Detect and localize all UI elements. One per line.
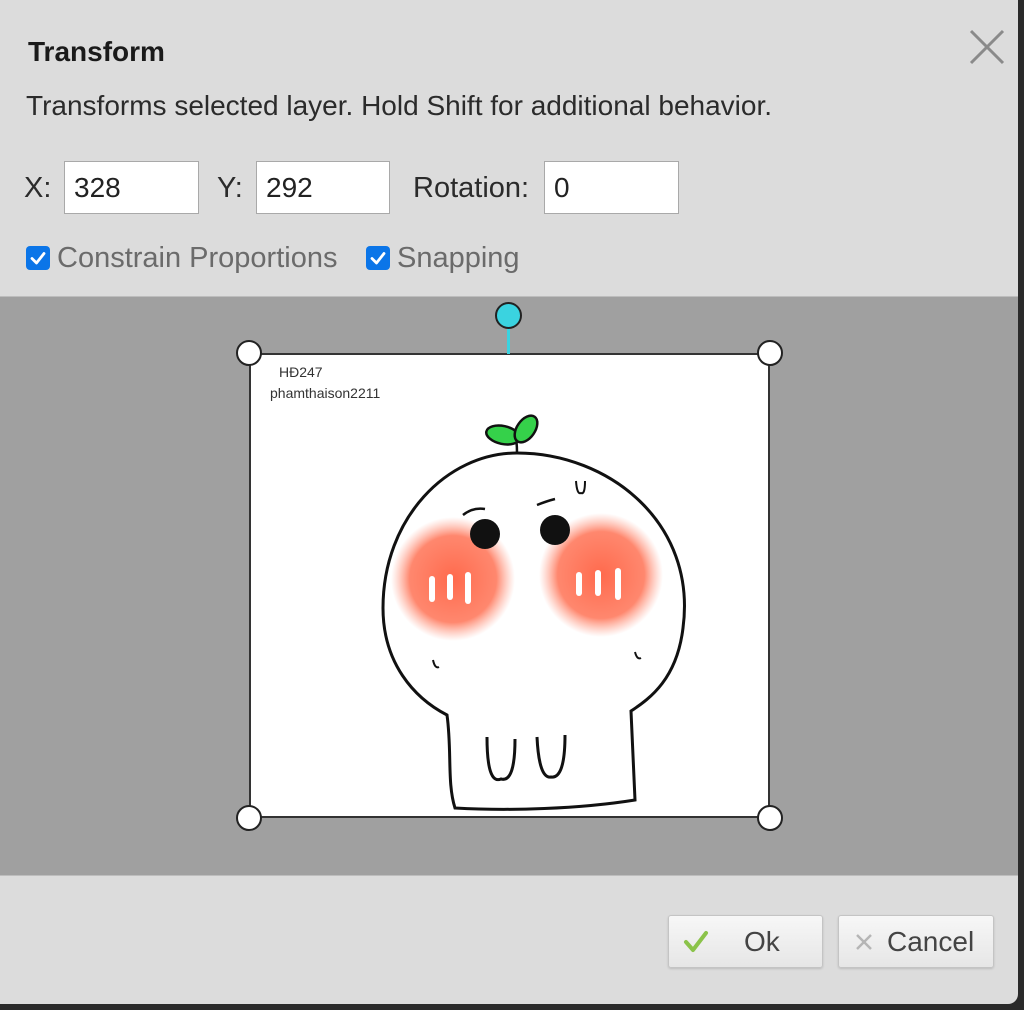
ok-button-label: Ok bbox=[744, 925, 780, 957]
snapping-label: Snapping bbox=[397, 242, 520, 274]
cancel-button-label: Cancel bbox=[887, 925, 975, 957]
constrain-proportions-label: Constrain Proportions bbox=[57, 242, 338, 274]
checkmark-icon bbox=[683, 929, 709, 955]
dialog-title: Transform bbox=[28, 36, 165, 67]
rotation-label: Rotation: bbox=[413, 172, 530, 204]
resize-handle-top-left[interactable] bbox=[236, 340, 262, 366]
transform-dialog: Transform Transforms selected layer. Hol… bbox=[0, 0, 1018, 1004]
cancel-button[interactable]: Cancel bbox=[838, 915, 994, 968]
x-input[interactable] bbox=[64, 161, 199, 214]
skull-mascot-illustration bbox=[381, 414, 686, 811]
close-button[interactable] bbox=[966, 26, 1008, 68]
resize-handle-bottom-right[interactable] bbox=[757, 805, 783, 831]
checkmark-icon bbox=[30, 252, 46, 265]
x-icon bbox=[854, 932, 874, 952]
dialog-description: Transforms selected layer. Hold Shift fo… bbox=[26, 90, 773, 121]
y-input[interactable] bbox=[256, 161, 390, 214]
snapping-checkbox[interactable] bbox=[366, 246, 390, 270]
rotation-handle[interactable] bbox=[495, 302, 522, 329]
resize-handle-top-right[interactable] bbox=[757, 340, 783, 366]
close-icon bbox=[969, 29, 1005, 65]
resize-handle-bottom-left[interactable] bbox=[236, 805, 262, 831]
rotation-handle-line bbox=[507, 328, 510, 354]
checkmark-icon bbox=[370, 252, 386, 265]
y-label: Y: bbox=[217, 172, 243, 204]
constrain-proportions-checkbox[interactable] bbox=[26, 246, 50, 270]
x-label: X: bbox=[24, 172, 52, 204]
snapping-option[interactable]: Snapping bbox=[366, 240, 520, 276]
layer-image[interactable]: HĐ247 phamthaison2211 bbox=[249, 353, 770, 818]
rotation-input[interactable] bbox=[544, 161, 679, 214]
ok-button[interactable]: Ok bbox=[668, 915, 823, 968]
constrain-proportions-option[interactable]: Constrain Proportions bbox=[26, 240, 337, 276]
